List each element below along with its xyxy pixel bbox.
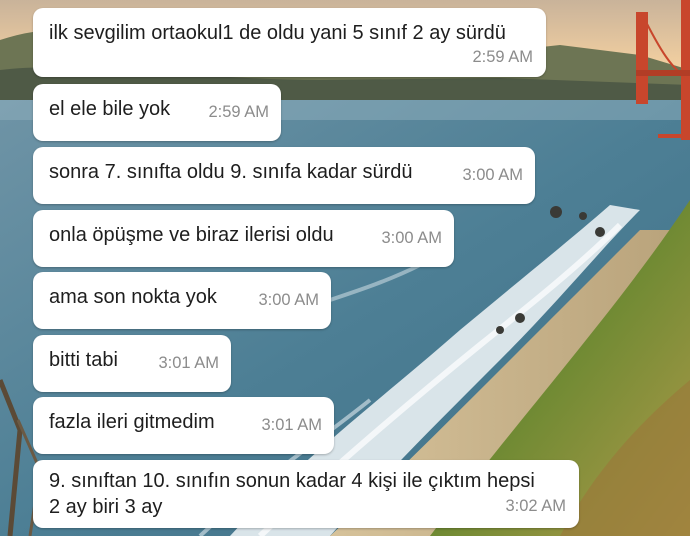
message-bubble[interactable]: fazla ileri gitmedim 3:01 AM: [33, 397, 334, 454]
message-text: bitti tabi: [49, 349, 118, 371]
message-text: ilk sevgilim ortaokul1 de oldu yani 5 sı…: [49, 22, 506, 44]
message-timestamp: 3:00 AM: [462, 166, 523, 184]
message-bubble[interactable]: ama son nokta yok 3:00 AM: [33, 272, 331, 329]
message-text: el ele bile yok: [49, 98, 171, 120]
message-timestamp: 3:00 AM: [258, 291, 319, 309]
message-bubble[interactable]: 9. sınıftan 10. sınıfın sonun kadar 4 ki…: [33, 460, 579, 528]
message-bubble[interactable]: ilk sevgilim ortaokul1 de oldu yani 5 sı…: [33, 8, 546, 77]
message-text: sonra 7. sınıfta oldu 9. sınıfa kadar sü…: [49, 161, 413, 183]
message-timestamp: 3:01 AM: [158, 354, 219, 372]
message-bubble[interactable]: sonra 7. sınıfta oldu 9. sınıfa kadar sü…: [33, 147, 535, 204]
message-bubble[interactable]: bitti tabi 3:01 AM: [33, 335, 231, 392]
message-text: 9. sınıftan 10. sınıfın sonun kadar 4 ki…: [49, 470, 535, 518]
message-timestamp: 2:59 AM: [472, 48, 533, 66]
message-list: ilk sevgilim ortaokul1 de oldu yani 5 sı…: [0, 0, 690, 536]
message-text: fazla ileri gitmedim: [49, 411, 215, 433]
message-text: ama son nokta yok: [49, 286, 217, 308]
message-text: onla öpüşme ve biraz ilerisi oldu: [49, 224, 334, 246]
message-bubble[interactable]: onla öpüşme ve biraz ilerisi oldu 3:00 A…: [33, 210, 454, 267]
message-timestamp: 3:01 AM: [261, 416, 322, 434]
message-bubble[interactable]: el ele bile yok 2:59 AM: [33, 84, 281, 141]
message-timestamp: 3:02 AM: [505, 497, 566, 515]
message-timestamp: 2:59 AM: [208, 103, 269, 121]
message-timestamp: 3:00 AM: [381, 229, 442, 247]
